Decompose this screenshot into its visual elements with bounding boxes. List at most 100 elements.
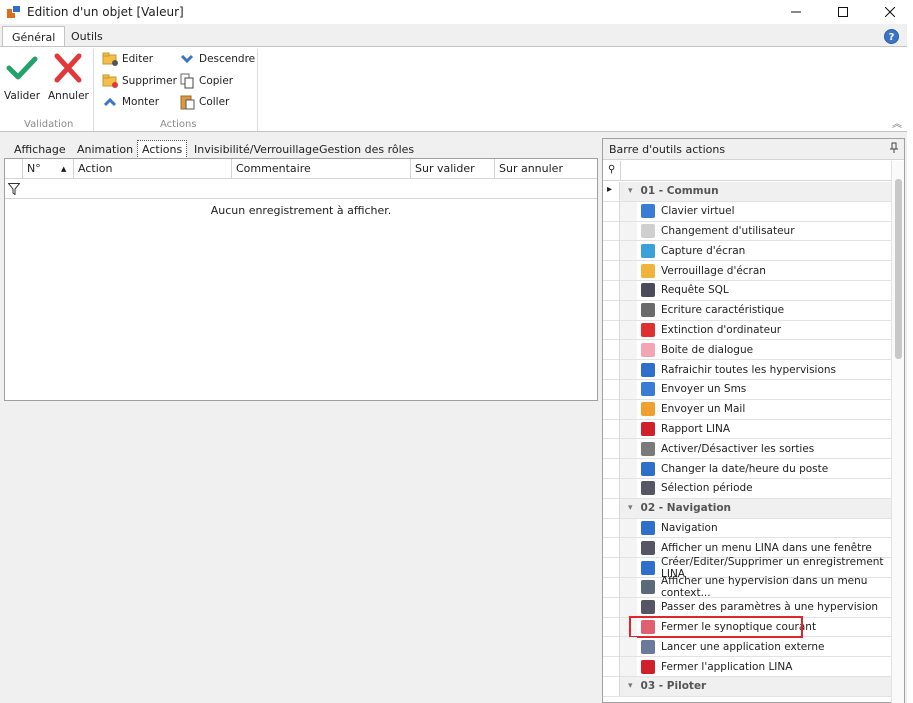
- list-item[interactable]: Lancer une application externe: [603, 637, 891, 658]
- item-cell[interactable]: Sélection période: [637, 479, 891, 499]
- list-item[interactable]: Extinction d'ordinateur: [603, 320, 891, 341]
- row-selector[interactable]: [603, 360, 620, 380]
- list-item[interactable]: Fermer le synoptique courant: [603, 615, 891, 638]
- row-selector[interactable]: [603, 637, 620, 658]
- item-cell[interactable]: Passer des paramètres à une hypervision: [637, 598, 891, 618]
- grid-filter-row[interactable]: [5, 179, 597, 199]
- collapse-ribbon-icon[interactable]: ︽: [892, 115, 902, 130]
- list-item[interactable]: Verrouillage d'écran: [603, 261, 891, 281]
- copier-button[interactable]: Copier: [179, 72, 233, 90]
- row-selector[interactable]: [603, 340, 620, 361]
- column-header-numero[interactable]: N° ▲: [22, 159, 73, 179]
- item-cell[interactable]: Ecriture caractéristique: [637, 301, 891, 321]
- row-selector[interactable]: [603, 320, 620, 341]
- list-item[interactable]: Envoyer un Mail: [603, 399, 891, 420]
- row-selector[interactable]: [603, 419, 620, 440]
- row-selector[interactable]: [603, 578, 620, 598]
- tab-gestion-des-roles[interactable]: Gestion des rôles: [315, 141, 418, 158]
- coller-button[interactable]: Coller: [179, 93, 229, 111]
- panel-search-row[interactable]: ⚲: [603, 161, 904, 181]
- supprimer-button[interactable]: Supprimer: [102, 72, 177, 90]
- list-item[interactable]: Capture d'écran: [603, 241, 891, 262]
- row-selector[interactable]: [603, 677, 620, 697]
- list-item[interactable]: Envoyer un Sms: [603, 380, 891, 400]
- tab-affichage[interactable]: Affichage: [10, 141, 70, 158]
- tab-general[interactable]: Général: [2, 26, 66, 47]
- tab-invisibilite-verrouillage[interactable]: Invisibilité/Verrouillage: [190, 141, 323, 158]
- expand-icon[interactable]: ▾: [628, 681, 633, 691]
- row-selector[interactable]: [603, 538, 620, 559]
- maximize-button[interactable]: [819, 0, 866, 24]
- row-selector[interactable]: [603, 498, 620, 519]
- row-selector[interactable]: [603, 241, 620, 262]
- list-item[interactable]: Navigation: [603, 518, 891, 539]
- item-cell[interactable]: Envoyer un Mail: [637, 400, 891, 420]
- list-item[interactable]: Changer la date/heure du poste: [603, 459, 891, 479]
- item-cell[interactable]: Envoyer un Sms: [637, 380, 891, 400]
- list-item[interactable]: Boite de dialogue: [603, 340, 891, 361]
- row-selector[interactable]: [603, 518, 620, 539]
- tab-animation[interactable]: Animation: [73, 141, 137, 158]
- expand-icon[interactable]: ▾: [628, 186, 633, 196]
- minimize-button[interactable]: [772, 0, 819, 24]
- row-selector[interactable]: [603, 558, 620, 578]
- list-item[interactable]: Afficher une hypervision dans un menu co…: [603, 575, 891, 599]
- item-cell[interactable]: Changement d'utilisateur: [637, 222, 891, 242]
- expand-icon[interactable]: ▾: [628, 503, 633, 513]
- tab-outils[interactable]: Outils: [62, 26, 112, 47]
- list-item[interactable]: Changement d'utilisateur: [603, 221, 891, 242]
- item-cell[interactable]: Capture d'écran: [637, 241, 891, 262]
- list-item[interactable]: Sélection période: [603, 479, 891, 499]
- item-cell[interactable]: Verrouillage d'écran: [637, 261, 891, 281]
- row-selector[interactable]: [603, 399, 620, 420]
- list-item[interactable]: Fermer l'application LINA: [603, 657, 891, 677]
- annuler-button[interactable]: Annuler: [48, 51, 89, 102]
- list-item[interactable]: Clavier virtuel: [603, 201, 891, 222]
- row-selector[interactable]: [603, 439, 620, 460]
- row-selector[interactable]: [603, 459, 620, 479]
- item-cell[interactable]: Changer la date/heure du poste: [637, 459, 891, 479]
- row-selector[interactable]: [603, 617, 620, 638]
- row-selector[interactable]: [603, 657, 620, 677]
- row-selector[interactable]: [603, 597, 620, 618]
- row-selector[interactable]: [603, 300, 620, 321]
- filter-icon[interactable]: [8, 183, 20, 195]
- list-item[interactable]: Activer/Désactiver les sorties: [603, 439, 891, 460]
- column-header-commentaire[interactable]: Commentaire: [231, 159, 410, 179]
- scrollbar-thumb[interactable]: [895, 179, 902, 359]
- editer-button[interactable]: Editer: [102, 50, 153, 68]
- group-row[interactable]: ▸ ▾ 01 - Commun: [603, 182, 891, 202]
- item-cell[interactable]: Fermer l'application LINA: [637, 657, 891, 677]
- item-cell[interactable]: Activer/Désactiver les sorties: [637, 439, 891, 460]
- list-item[interactable]: Requête SQL: [603, 281, 891, 301]
- item-cell[interactable]: Rapport LINA: [637, 420, 891, 440]
- row-selector[interactable]: [603, 479, 620, 499]
- item-cell[interactable]: Navigation: [637, 519, 891, 539]
- close-button[interactable]: [866, 0, 913, 24]
- row-selector[interactable]: [603, 380, 620, 400]
- valider-button[interactable]: Valider: [4, 51, 40, 102]
- item-cell[interactable]: Lancer une application externe: [637, 637, 891, 658]
- group-row[interactable]: ▾ 03 - Piloter: [603, 677, 891, 697]
- column-header-sur-annuler[interactable]: Sur annuler: [494, 159, 597, 179]
- help-icon[interactable]: ?: [884, 29, 899, 44]
- list-item[interactable]: Rafraichir toutes les hypervisions: [603, 360, 891, 380]
- monter-button[interactable]: Monter: [102, 93, 159, 111]
- column-header-sur-valider[interactable]: Sur valider: [410, 159, 494, 179]
- tab-actions[interactable]: Actions: [137, 140, 188, 159]
- row-selector[interactable]: [603, 221, 620, 242]
- list-item[interactable]: Passer des paramètres à une hypervision: [603, 597, 891, 618]
- item-cell[interactable]: Boite de dialogue: [637, 340, 891, 361]
- item-cell[interactable]: Rafraichir toutes les hypervisions: [637, 360, 891, 380]
- row-selector[interactable]: [603, 201, 620, 222]
- item-cell[interactable]: Requête SQL: [637, 281, 891, 301]
- vertical-scrollbar[interactable]: [891, 161, 904, 703]
- item-cell[interactable]: Fermer le synoptique courant: [637, 618, 891, 638]
- item-cell[interactable]: Clavier virtuel: [637, 202, 891, 222]
- row-selector[interactable]: [603, 281, 620, 301]
- list-item[interactable]: Ecriture caractéristique: [603, 300, 891, 321]
- item-cell[interactable]: Afficher une hypervision dans un menu co…: [637, 575, 891, 599]
- pin-icon[interactable]: [889, 142, 899, 157]
- column-header-action[interactable]: Action: [73, 159, 231, 179]
- descendre-button[interactable]: Descendre: [179, 50, 255, 68]
